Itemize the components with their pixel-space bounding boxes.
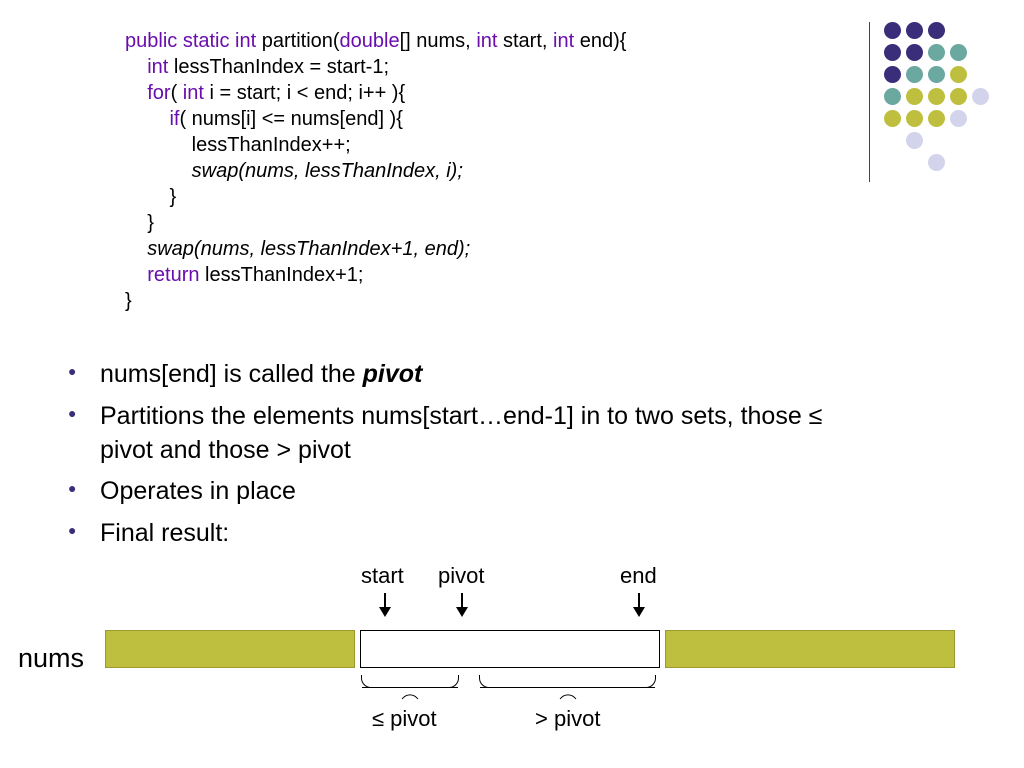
decorative-dots — [884, 22, 1014, 182]
partition-diagram: nums start pivot end ≤ pivot > pivot — [0, 558, 1024, 768]
gt-pivot-label: > pivot — [535, 706, 600, 732]
bullet-item: Operates in place — [68, 475, 868, 509]
pivot-label: pivot — [438, 563, 484, 589]
end-label: end — [620, 563, 657, 589]
bar-left — [105, 630, 355, 668]
brace-icon — [480, 676, 655, 688]
start-label: start — [361, 563, 404, 589]
brace-icon — [362, 676, 458, 688]
bar-right — [665, 630, 955, 668]
le-pivot-label: ≤ pivot — [372, 706, 437, 732]
bar-partition — [360, 630, 660, 668]
code-block: public static int partition(double[] num… — [125, 28, 626, 314]
bullet-item: Final result: — [68, 517, 868, 551]
arrow-down-icon — [638, 593, 640, 615]
bullet-list: nums[end] is called the pivot Partitions… — [68, 358, 868, 559]
arrow-down-icon — [461, 593, 463, 615]
bullet-item: Partitions the elements nums[start…end-1… — [68, 400, 868, 468]
code-text: public static int — [125, 30, 262, 52]
bullet-item: nums[end] is called the pivot — [68, 358, 868, 392]
arrow-down-icon — [384, 593, 386, 615]
nums-label: nums — [18, 643, 84, 674]
